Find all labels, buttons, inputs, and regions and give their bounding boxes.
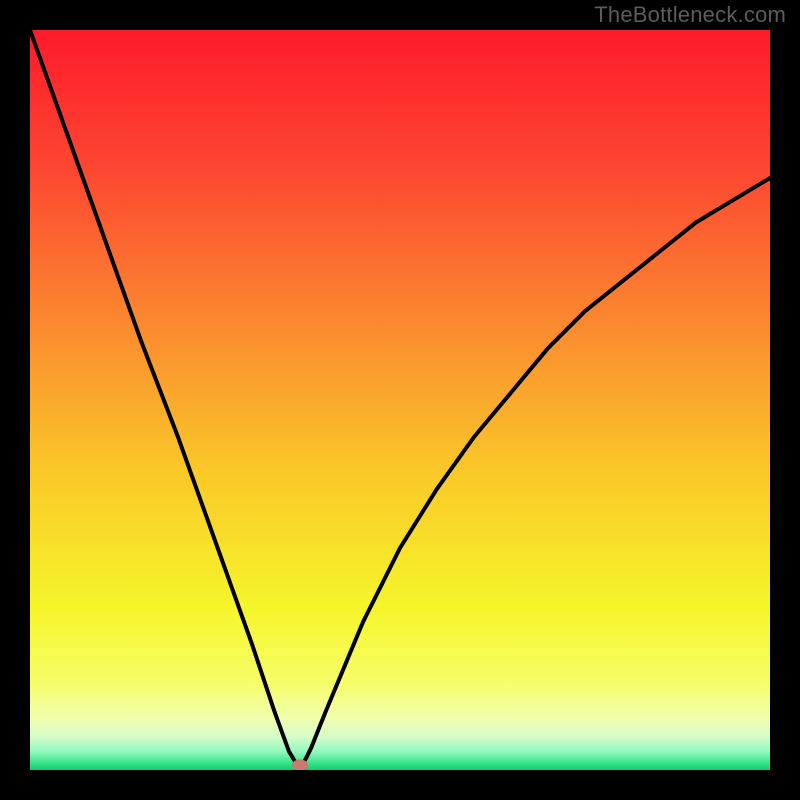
bottleneck-curve bbox=[30, 30, 770, 770]
plot-area bbox=[30, 30, 770, 770]
optimal-point-marker bbox=[292, 759, 308, 770]
watermark-text: TheBottleneck.com bbox=[594, 2, 786, 28]
